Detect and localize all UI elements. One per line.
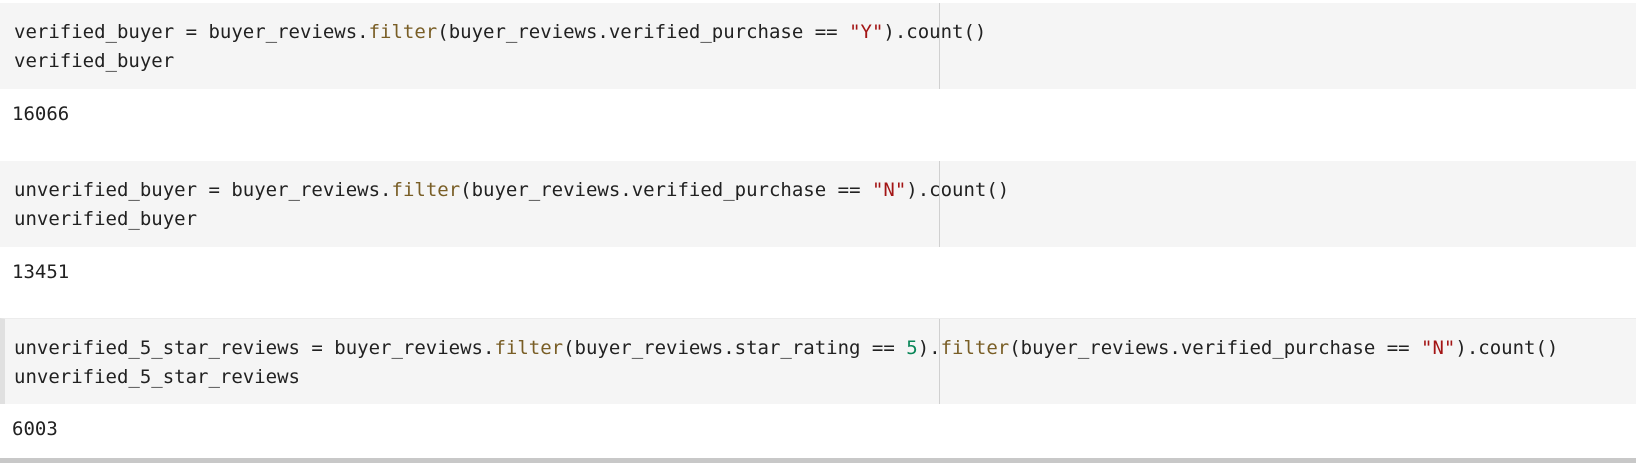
code-text: verified_buyer xyxy=(14,50,175,72)
code-line[interactable]: unverified_5_star_reviews xyxy=(14,365,300,389)
code-cell-2[interactable]: unverified_buyer = buyer_reviews.filter(… xyxy=(0,161,1636,247)
code-text: unverified_5_star_reviews xyxy=(14,366,300,388)
code-line[interactable]: unverified_buyer xyxy=(14,207,197,231)
code-text: ).count() xyxy=(906,179,1010,201)
code-text: (buyer_reviews.verified_purchase == xyxy=(460,179,872,201)
code-text: verified_buyer = buyer_reviews. xyxy=(14,21,369,43)
line-length-ruler xyxy=(939,3,940,89)
line-length-ruler xyxy=(939,161,940,247)
method-token: filter xyxy=(940,337,1010,359)
line-length-ruler xyxy=(939,319,940,404)
code-cell-3[interactable]: unverified_5_star_reviews = buyer_review… xyxy=(0,318,1636,404)
code-cell-1[interactable]: verified_buyer = buyer_reviews.filter(bu… xyxy=(0,3,1636,89)
code-line[interactable]: verified_buyer xyxy=(14,49,174,73)
cell-output-3: 6003 xyxy=(12,418,58,440)
code-text: unverified_buyer xyxy=(14,208,198,230)
code-text: unverified_5_star_reviews = buyer_review… xyxy=(14,337,495,359)
method-token: filter xyxy=(391,179,461,201)
code-text: (buyer_reviews.verified_purchase == xyxy=(1009,337,1422,359)
code-text: ).count() xyxy=(1455,337,1559,359)
code-line[interactable]: unverified_buyer = buyer_reviews.filter(… xyxy=(14,178,1009,202)
code-text: (buyer_reviews.star_rating == xyxy=(563,337,907,359)
method-token: filter xyxy=(368,21,438,43)
method-token: filter xyxy=(494,337,564,359)
string-token: "N" xyxy=(871,179,907,201)
cell-output-2: 13451 xyxy=(12,261,70,283)
code-line[interactable]: verified_buyer = buyer_reviews.filter(bu… xyxy=(14,20,986,44)
code-text: ).count() xyxy=(883,21,987,43)
code-text: (buyer_reviews.verified_purchase == xyxy=(437,21,850,43)
code-text: unverified_buyer = buyer_reviews. xyxy=(14,179,392,201)
cell-output-1: 16066 xyxy=(12,103,70,125)
notebook: verified_buyer = buyer_reviews.filter(bu… xyxy=(0,0,1636,463)
string-token: "N" xyxy=(1421,337,1456,359)
number-token: 5 xyxy=(906,337,918,359)
code-line[interactable]: unverified_5_star_reviews = buyer_review… xyxy=(14,336,1558,360)
code-text: ). xyxy=(917,337,941,359)
string-token: "Y" xyxy=(849,21,884,43)
bottom-border xyxy=(0,458,1636,463)
